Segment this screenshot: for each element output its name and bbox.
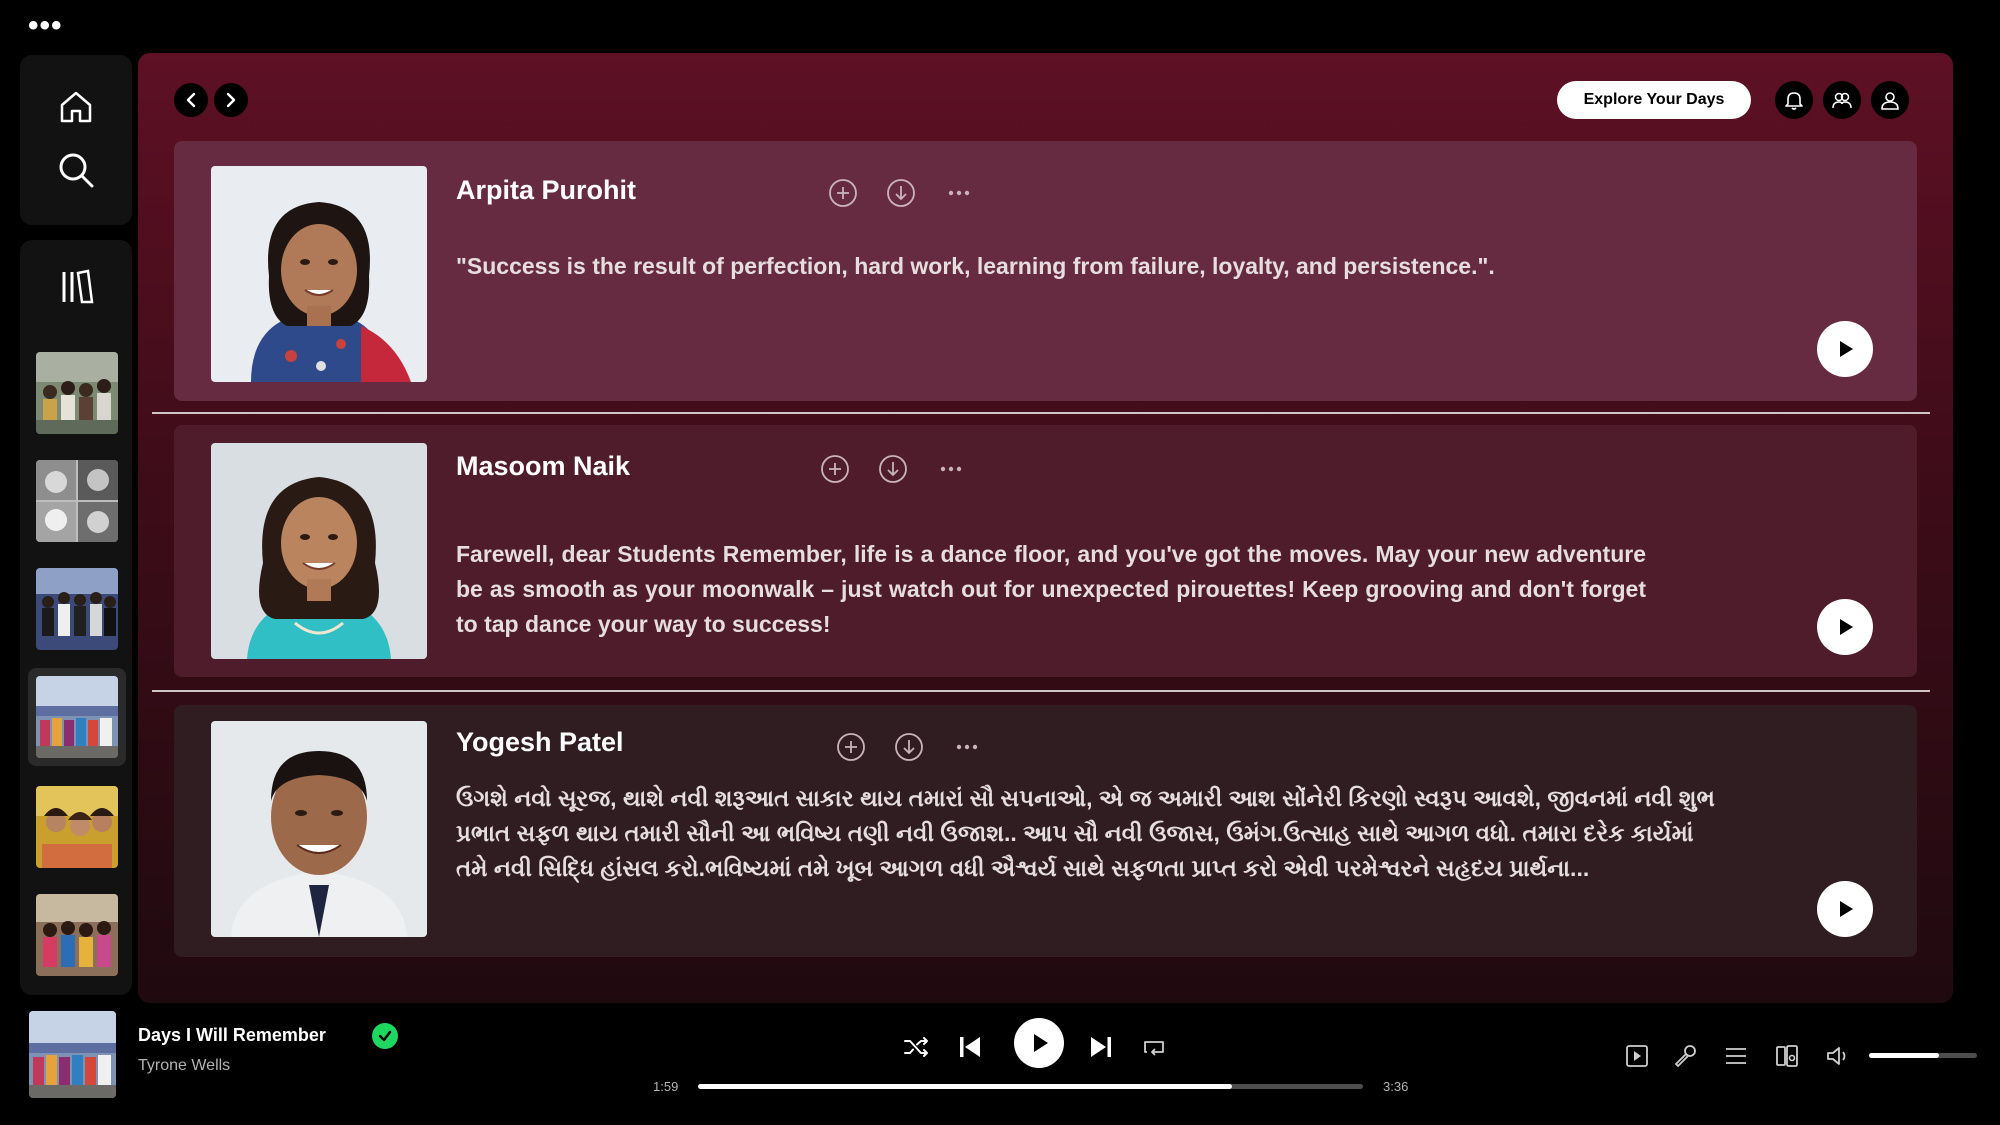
volume-fill: [1869, 1053, 1940, 1058]
group-photo-thumbnail: [36, 894, 118, 976]
author-name[interactable]: Yogesh Patel: [456, 727, 624, 758]
track-title[interactable]: Days I Will Remember: [138, 1025, 326, 1046]
download-icon[interactable]: [886, 178, 916, 208]
portrait-image: [211, 721, 427, 937]
shuffle-icon: [904, 1037, 928, 1057]
forward-button[interactable]: [214, 83, 248, 117]
download-icon[interactable]: [894, 732, 924, 762]
volume-slider[interactable]: [1869, 1053, 1977, 1058]
add-icon[interactable]: [820, 454, 850, 484]
lyrics-button[interactable]: [1670, 1041, 1700, 1071]
liked-check-button[interactable]: [372, 1023, 398, 1049]
play-button[interactable]: [1817, 881, 1873, 937]
now-playing-cover[interactable]: [29, 1011, 116, 1098]
queue-icon: [1726, 1048, 1746, 1064]
tribute-card: Masoom Naik Farewell, dear Students Reme…: [174, 425, 1917, 677]
playlist-thumbnail[interactable]: [36, 894, 118, 976]
friend-activity-button[interactable]: [1823, 81, 1861, 119]
group-photo-thumbnail: [36, 676, 118, 758]
playlist-thumbnail[interactable]: [36, 352, 118, 434]
playlist-thumbnail[interactable]: [36, 568, 118, 650]
group-photo-thumbnail: [36, 568, 118, 650]
quote-text: ઉગશે નવો સૂરજ, થાશે નવી શરૂઆત સાકાર થાય …: [456, 785, 1715, 881]
now-playing-view-button[interactable]: [1622, 1041, 1652, 1071]
portrait-photo: [211, 166, 427, 382]
play-pause-button[interactable]: [1014, 1018, 1064, 1068]
more-options-icon[interactable]: [952, 732, 982, 762]
divider: [152, 690, 1930, 692]
repeat-icon: [1144, 1041, 1164, 1056]
play-icon: [1034, 1034, 1048, 1052]
next-button[interactable]: [1084, 1030, 1118, 1064]
main-panel: Explore Your Days Arpita Purohit "Succes…: [138, 53, 1953, 1003]
queue-button[interactable]: [1721, 1041, 1751, 1071]
user-icon: [1881, 92, 1899, 110]
progress-fill: [698, 1084, 1232, 1089]
divider: [152, 412, 1930, 414]
back-button[interactable]: [174, 83, 208, 117]
group-photo-thumbnail: [36, 786, 118, 868]
search-icon[interactable]: [56, 150, 96, 190]
more-options-icon[interactable]: [944, 178, 974, 208]
volume-button[interactable]: [1823, 1041, 1853, 1071]
previous-button[interactable]: [953, 1030, 987, 1064]
add-icon[interactable]: [836, 732, 866, 762]
quote-text: Farewell, dear Students Remember, life i…: [456, 541, 1646, 637]
more-options-icon[interactable]: [936, 454, 966, 484]
portrait-photo: [211, 721, 427, 937]
playlist-thumbnail[interactable]: [36, 786, 118, 868]
portrait-photo: [211, 443, 427, 659]
collage-thumbnail: [36, 460, 118, 542]
progress-bar[interactable]: [698, 1084, 1363, 1089]
author-name[interactable]: Arpita Purohit: [456, 175, 636, 206]
play-icon: [1840, 901, 1853, 917]
total-duration: 3:36: [1383, 1079, 1409, 1094]
play-button[interactable]: [1817, 321, 1873, 377]
library-icon[interactable]: [56, 266, 96, 306]
playlist-thumbnail-active[interactable]: [36, 676, 118, 758]
explore-your-days-button[interactable]: Explore Your Days: [1557, 81, 1751, 119]
more-dots-icon[interactable]: •••: [28, 11, 63, 41]
now-playing-view-icon: [1626, 1045, 1648, 1067]
tribute-card: Yogesh Patel ઉગશે નવો સૂરજ, થાશે નવી શરૂ…: [174, 705, 1917, 957]
friends-icon: [1832, 92, 1852, 109]
track-artist[interactable]: Tyrone Wells: [138, 1057, 230, 1075]
volume-icon: [1827, 1047, 1846, 1065]
bell-icon: [1785, 92, 1803, 110]
shuffle-button[interactable]: [900, 1031, 932, 1063]
skip-back-icon: [960, 1037, 980, 1057]
group-photo-thumbnail: [29, 1011, 116, 1098]
play-icon: [1840, 619, 1853, 635]
connect-device-icon: [1776, 1045, 1798, 1067]
quote-text: "Success is the result of perfection, ha…: [456, 253, 1495, 279]
add-icon[interactable]: [828, 178, 858, 208]
library-panel: [20, 240, 132, 995]
check-icon: [378, 1030, 392, 1042]
repeat-button[interactable]: [1138, 1031, 1170, 1063]
notifications-button[interactable]: [1775, 81, 1813, 119]
group-photo-thumbnail: [36, 352, 118, 434]
chevron-right-icon: [226, 92, 236, 108]
play-icon: [1840, 341, 1853, 357]
author-name[interactable]: Masoom Naik: [456, 451, 630, 482]
playlist-thumbnail[interactable]: [36, 460, 118, 542]
skip-forward-icon: [1091, 1037, 1111, 1057]
lyrics-icon: [1674, 1045, 1696, 1068]
elapsed-time: 1:59: [653, 1079, 679, 1094]
tribute-card: Arpita Purohit "Success is the result of…: [174, 141, 1917, 401]
chevron-left-icon: [186, 92, 196, 108]
home-icon[interactable]: [56, 87, 96, 127]
download-icon[interactable]: [878, 454, 908, 484]
play-button[interactable]: [1817, 599, 1873, 655]
sidebar-nav: [20, 55, 132, 225]
profile-button[interactable]: [1871, 81, 1909, 119]
portrait-image: [211, 166, 427, 382]
connect-device-button[interactable]: [1772, 1041, 1802, 1071]
portrait-image: [211, 443, 427, 659]
